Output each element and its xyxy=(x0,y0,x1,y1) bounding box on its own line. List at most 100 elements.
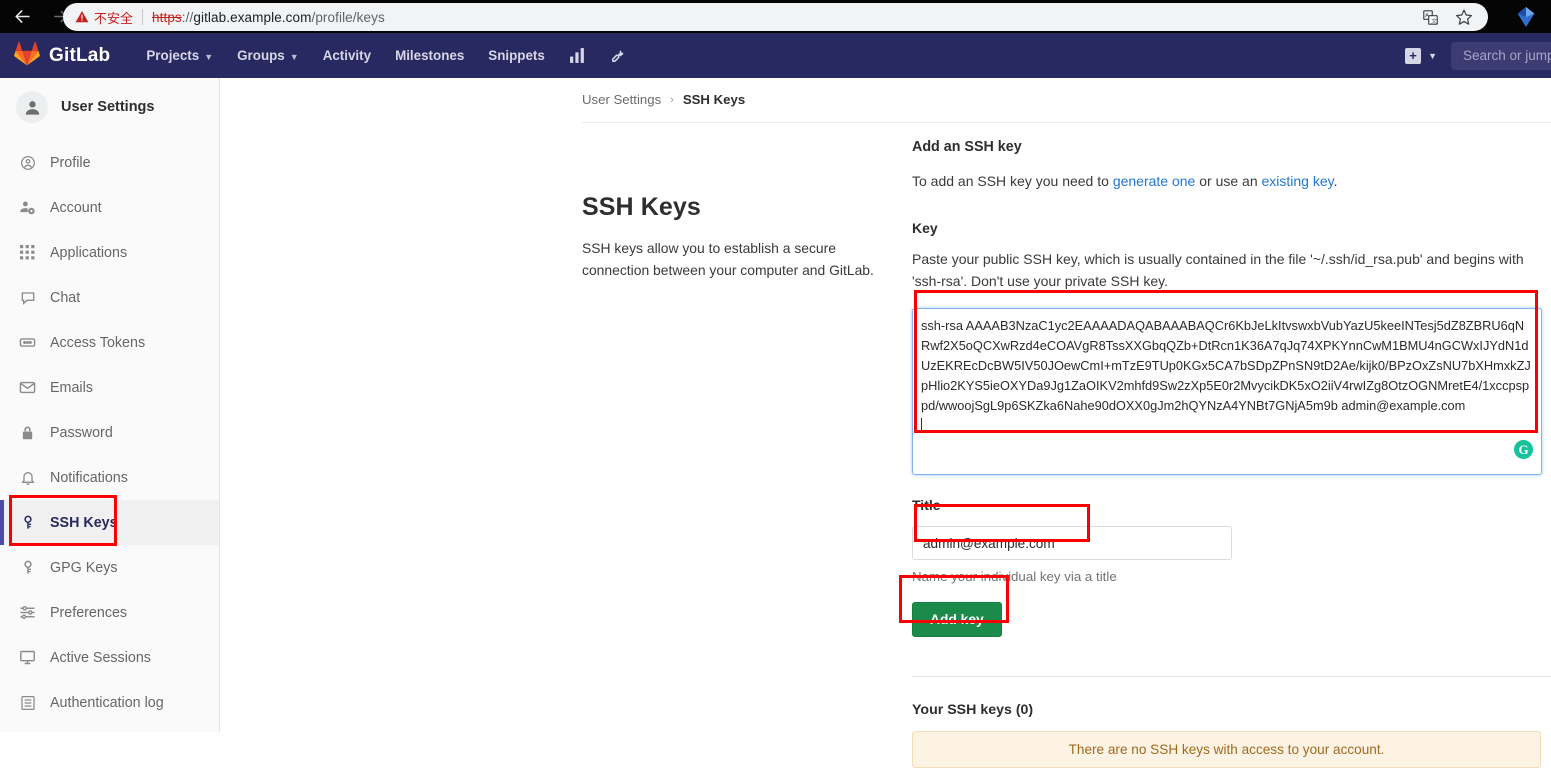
navbar-item-label: Projects xyxy=(146,48,199,63)
extension-diamond-icon[interactable] xyxy=(1515,6,1537,28)
sidebar-item-label: SSH Keys xyxy=(50,515,118,531)
form-intro-middle: or use an xyxy=(1195,173,1261,189)
gitlab-home-link[interactable]: GitLab xyxy=(0,41,110,71)
sliders-icon xyxy=(19,604,36,621)
sidebar-item-account[interactable]: Account xyxy=(0,185,219,230)
analytics-chart-icon[interactable] xyxy=(557,33,598,78)
navbar-item-activity[interactable]: Activity xyxy=(311,33,383,78)
resize-handle[interactable] xyxy=(1529,462,1539,472)
form-intro-prefix: To add an SSH key you need to xyxy=(912,173,1113,189)
key-icon xyxy=(19,514,36,531)
wrench-admin-icon[interactable] xyxy=(598,33,639,78)
navbar-item-label: Groups xyxy=(237,48,285,63)
navbar-item-label: Activity xyxy=(323,48,371,63)
sidebar-item-label: Access Tokens xyxy=(50,335,145,351)
sidebar-header: User Settings xyxy=(0,78,219,136)
generate-one-link[interactable]: generate one xyxy=(1113,173,1196,189)
applications-grid-icon xyxy=(19,245,36,260)
key-field-help: Paste your public SSH key, which is usua… xyxy=(912,249,1542,292)
gitlab-navbar: GitLab Projects ▼ Groups ▼ Activity Mile… xyxy=(0,33,1551,78)
breadcrumb-divider xyxy=(582,122,1551,123)
search-input[interactable]: Search or jump xyxy=(1451,42,1551,70)
sidebar-item-label: Applications xyxy=(50,245,127,261)
log-list-icon xyxy=(19,695,36,711)
sidebar-item-label: GPG Keys xyxy=(50,560,118,576)
sidebar-item-label: Notifications xyxy=(50,470,128,486)
address-bar[interactable]: 不安全 https://gitlab.example.com/profile/k… xyxy=(63,3,1488,31)
star-icon[interactable] xyxy=(1454,7,1474,27)
sidebar-item-gpg-keys[interactable]: GPG Keys xyxy=(0,545,219,590)
navbar-item-milestones[interactable]: Milestones xyxy=(383,33,476,78)
sidebar-item-access-tokens[interactable]: Access Tokens xyxy=(0,320,219,365)
form-heading: Add an SSH key xyxy=(912,139,1542,155)
navbar-links: Projects ▼ Groups ▼ Activity Milestones … xyxy=(134,33,638,78)
existing-key-link[interactable]: existing key xyxy=(1262,173,1334,189)
sidebar-item-chat[interactable]: Chat xyxy=(0,275,219,320)
sidebar-item-label: Preferences xyxy=(50,605,127,621)
browser-toolbar: 不安全 https://gitlab.example.com/profile/k… xyxy=(0,0,1551,33)
page-description: SSH keys allow you to establish a secure… xyxy=(582,238,882,281)
chevron-down-icon: ▼ xyxy=(204,52,213,62)
sidebar-item-emails[interactable]: Emails xyxy=(0,365,219,410)
sidebar-item-profile[interactable]: Profile xyxy=(0,140,219,185)
title-field-label: Title xyxy=(912,497,1542,513)
add-key-button[interactable]: Add key xyxy=(912,602,1002,637)
url-separator: :// xyxy=(182,10,194,25)
back-arrow-icon[interactable] xyxy=(8,3,36,31)
user-settings-sidebar: User Settings Profile Account Applicatio… xyxy=(0,78,220,732)
key-textarea[interactable]: ssh-rsa AAAAB3NzaC1yc2EAAAADAQABAAABAQCr… xyxy=(912,308,1542,475)
key-textarea-wrapper: ssh-rsa AAAAB3NzaC1yc2EAAAADAQABAAABAQCr… xyxy=(912,308,1542,475)
monitor-icon xyxy=(19,649,36,666)
navbar-item-groups[interactable]: Groups ▼ xyxy=(225,33,311,78)
url-scheme: https xyxy=(152,10,182,25)
url-text: https://gitlab.example.com/profile/keys xyxy=(152,10,385,25)
svg-text:A: A xyxy=(1425,13,1429,19)
security-warning[interactable]: 不安全 xyxy=(75,8,133,27)
sidebar-item-label: Profile xyxy=(50,155,91,171)
access-token-icon xyxy=(19,334,36,351)
bell-icon xyxy=(19,470,36,486)
breadcrumb-current: SSH Keys xyxy=(683,92,745,107)
new-item-button[interactable]: + ▼ xyxy=(1395,48,1447,64)
sidebar-item-label: Account xyxy=(50,200,102,216)
security-warning-label: 不安全 xyxy=(94,8,133,27)
empty-keys-alert: There are no SSH keys with access to you… xyxy=(912,731,1541,768)
omnibox-divider xyxy=(142,9,143,25)
key-field-label: Key xyxy=(912,220,1542,236)
lock-icon xyxy=(19,425,36,441)
sidebar-item-notifications[interactable]: Notifications xyxy=(0,455,219,500)
gitlab-tanuki-icon xyxy=(14,41,40,71)
url-host: gitlab.example.com xyxy=(193,10,311,25)
sidebar-title: User Settings xyxy=(61,99,154,115)
page-intro-column: SSH Keys SSH keys allow you to establish… xyxy=(582,193,882,281)
url-path: /profile/keys xyxy=(311,10,384,25)
add-ssh-key-form: Add an SSH key To add an SSH key you nee… xyxy=(912,139,1542,768)
sidebar-item-active-sessions[interactable]: Active Sessions xyxy=(0,635,219,680)
form-intro-suffix: . xyxy=(1334,173,1338,189)
sidebar-item-label: Emails xyxy=(50,380,93,396)
sidebar-item-ssh-keys[interactable]: SSH Keys xyxy=(0,500,219,545)
sidebar-item-label: Active Sessions xyxy=(50,650,151,666)
user-avatar-icon xyxy=(16,91,48,123)
sidebar-item-label: Authentication log xyxy=(50,695,164,711)
breadcrumb-parent[interactable]: User Settings xyxy=(582,92,661,107)
chat-bubble-icon xyxy=(19,290,36,306)
title-field-hint: Name your individual key via a title xyxy=(912,569,1542,584)
navbar-item-snippets[interactable]: Snippets xyxy=(476,33,557,78)
sidebar-item-label: Chat xyxy=(50,290,80,306)
page-title: SSH Keys xyxy=(582,193,882,222)
sidebar-item-authentication-log[interactable]: Authentication log xyxy=(0,680,219,725)
text-cursor xyxy=(921,418,922,433)
profile-circle-icon xyxy=(19,155,36,171)
title-input[interactable]: admin@example.com xyxy=(912,526,1232,560)
form-intro: To add an SSH key you need to generate o… xyxy=(912,171,1542,192)
your-ssh-keys-heading: Your SSH keys (0) xyxy=(912,702,1541,718)
chevron-down-icon: ▼ xyxy=(1428,51,1437,61)
sidebar-item-applications[interactable]: Applications xyxy=(0,230,219,275)
sidebar-item-preferences[interactable]: Preferences xyxy=(0,590,219,635)
navbar-right: + ▼ Search or jump xyxy=(1395,33,1551,78)
sidebar-item-password[interactable]: Password xyxy=(0,410,219,455)
translate-icon[interactable]: A文 xyxy=(1420,7,1440,27)
navbar-item-label: Snippets xyxy=(488,48,545,63)
navbar-item-projects[interactable]: Projects ▼ xyxy=(134,33,225,78)
